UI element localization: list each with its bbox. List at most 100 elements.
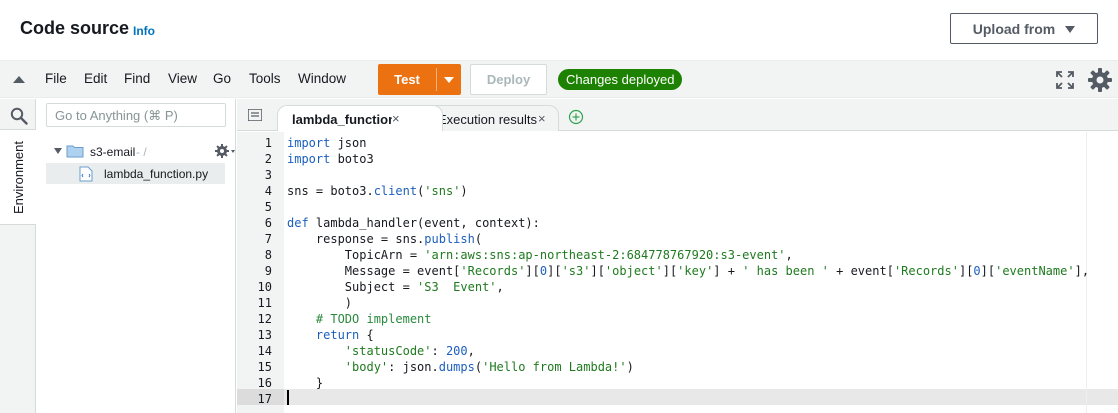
side-icon-strip: Environment — [0, 99, 36, 413]
editor-tab-bar: Execution results × lambda_function × — [237, 99, 1118, 131]
folder-row[interactable]: s3-email - / — [54, 143, 235, 161]
code-token: import — [287, 152, 331, 166]
upload-from-button[interactable]: Upload from — [950, 13, 1098, 44]
code-token: TopicArn = — [287, 248, 425, 262]
deploy-status-badge: Changes deployed — [558, 69, 683, 90]
code-token: response = sns. — [287, 232, 425, 246]
code-line: # TODO implement — [287, 312, 432, 326]
code-token: dumps — [438, 360, 475, 374]
python-file-icon — [79, 166, 93, 182]
code-token: ][ — [547, 264, 562, 278]
chevron-down-icon[interactable] — [54, 148, 62, 154]
expand-icon[interactable] — [1055, 70, 1075, 90]
collapse-arrow-icon[interactable] — [13, 76, 25, 83]
line-number: 11 — [257, 296, 272, 310]
code-line: def lambda_handler(event, context): — [287, 216, 540, 230]
gear-icon[interactable] — [1087, 67, 1113, 93]
tab-label: Execution results — [438, 112, 537, 127]
test-dropdown-icon[interactable] — [444, 77, 454, 83]
code-editor[interactable]: 1 2 3 4 5 6 7 8 9 10 11 12 13 14 15 16 17 import json imp… — [237, 132, 1118, 413]
close-icon[interactable]: × — [392, 111, 400, 126]
code-token: 0 — [973, 264, 981, 278]
line-number: 12 — [257, 312, 272, 326]
code-token: 'statusCode' — [344, 344, 432, 358]
folder-settings-gear-icon[interactable] — [214, 143, 238, 159]
code-line: TopicArn = 'arn:aws:sns:ap-northeast-2:6… — [287, 248, 793, 262]
menu-go[interactable]: Go — [213, 71, 231, 86]
code-token: 'eventName' — [995, 264, 1075, 278]
line-number: 14 — [257, 344, 272, 358]
line-number: 1 — [264, 136, 272, 150]
tabs-menu-icon[interactable] — [248, 109, 262, 121]
line-number: 2 — [264, 152, 272, 166]
tab-lambda-function[interactable]: lambda_function × — [277, 105, 443, 131]
code-token: ][ — [958, 264, 974, 278]
menu-edit[interactable]: Edit — [84, 71, 107, 86]
upload-from-label: Upload from — [972, 20, 1056, 37]
active-line-highlight — [284, 389, 1118, 405]
go-to-anything-input[interactable] — [46, 103, 226, 127]
line-number: 16 — [257, 376, 272, 390]
code-token: def — [287, 216, 309, 230]
code-token: ], — [1074, 264, 1090, 278]
code-line: } — [287, 376, 323, 390]
code-token: return — [315, 328, 360, 342]
code-line: import boto3 — [287, 152, 374, 166]
caret-down-icon — [1065, 25, 1076, 33]
deploy-button[interactable]: Deploy — [470, 64, 547, 95]
code-token: , — [467, 344, 475, 358]
close-icon[interactable]: × — [538, 111, 546, 126]
environment-tab[interactable]: Environment — [0, 129, 36, 225]
test-button-label: Test — [394, 72, 420, 87]
code-token: json — [330, 136, 367, 150]
code-token: 'Records' — [893, 264, 959, 278]
text-cursor — [287, 390, 289, 405]
menu-find[interactable]: Find — [124, 71, 150, 86]
menu-view[interactable]: View — [168, 71, 197, 86]
line-number: 5 — [264, 200, 272, 214]
menu-window[interactable]: Window — [298, 71, 346, 86]
code-token: , — [496, 280, 504, 294]
code-token: Subject = — [287, 280, 418, 294]
file-name: lambda_function.py — [104, 167, 209, 181]
code-token: ) — [460, 184, 468, 198]
code-token: ' has been ' — [742, 264, 829, 278]
tab-label: lambda_function — [292, 112, 392, 127]
environment-tab-label: Environment — [11, 141, 26, 214]
test-button[interactable]: Test — [378, 64, 461, 95]
code-token: { — [359, 328, 374, 342]
code-line: response = sns.publish( — [287, 232, 482, 246]
code-token: import — [287, 136, 331, 150]
file-row-selected[interactable]: lambda_function.py — [46, 163, 225, 184]
test-button-divider — [436, 68, 437, 91]
code-line: import json — [287, 136, 366, 150]
code-token: 200 — [445, 344, 468, 358]
code-token: , — [785, 248, 793, 262]
code-token: publish — [424, 232, 475, 246]
code-token: ) — [287, 296, 353, 310]
folder-name: s3-email — [90, 145, 136, 159]
search-icon[interactable] — [10, 107, 28, 125]
line-number: 3 — [264, 168, 272, 182]
code-line: return { — [287, 328, 374, 342]
code-token: ][ — [662, 264, 678, 278]
code-token: client — [373, 184, 418, 198]
code-token: 'key' — [677, 264, 714, 278]
code-line: 'body': json.dumps('Hello from Lambda!') — [287, 360, 634, 374]
info-link[interactable]: Info — [133, 24, 155, 38]
ide-menubar: File Edit Find View Go Tools Window Test… — [0, 60, 1118, 98]
menu-tools[interactable]: Tools — [249, 71, 281, 86]
menu-file[interactable]: File — [45, 71, 67, 86]
page-title: Code source — [20, 18, 130, 38]
code-token: } — [287, 376, 324, 390]
code-token: 'arn:aws:sns:ap-northeast-2:684778767920… — [424, 248, 786, 262]
code-token: ) — [626, 360, 634, 374]
code-token: # TODO implement — [287, 312, 432, 326]
line-number: 17 — [257, 392, 272, 406]
code-token: ][ — [980, 264, 996, 278]
add-tab-icon[interactable] — [568, 109, 584, 125]
line-number: 9 — [264, 264, 272, 278]
